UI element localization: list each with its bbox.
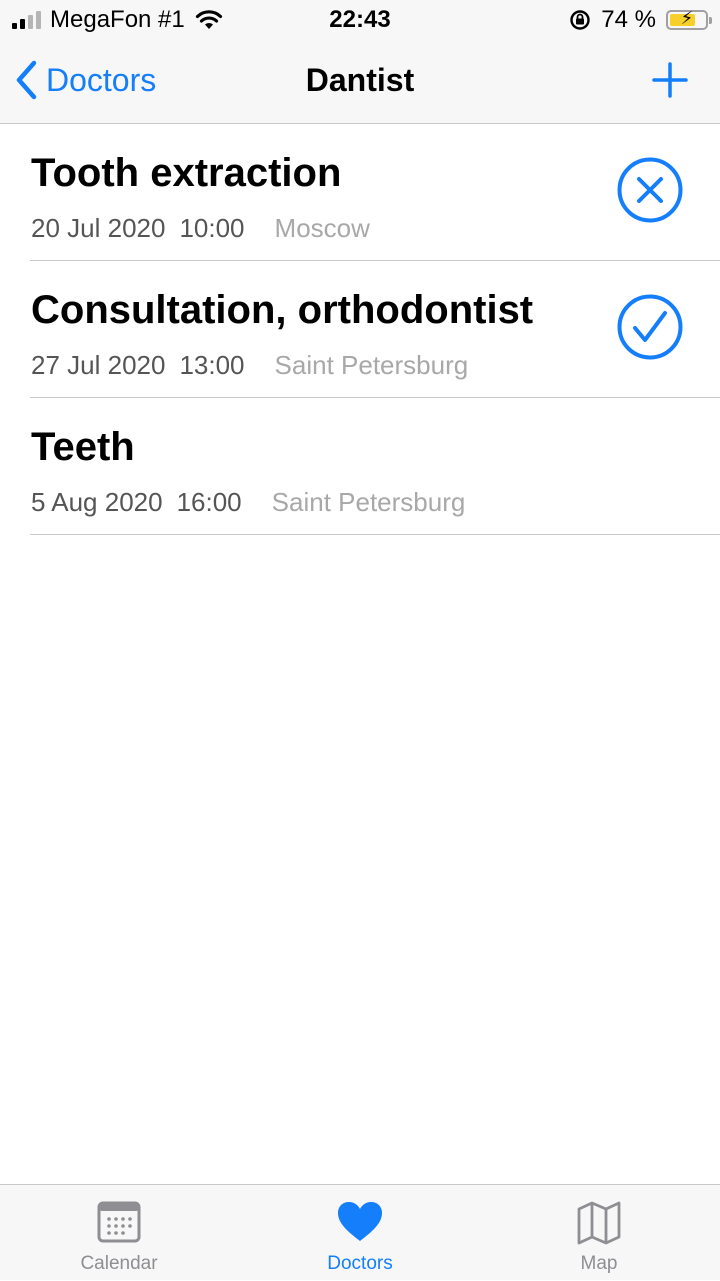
battery-percent: 74 % <box>601 6 656 34</box>
tab-map[interactable]: Map <box>499 1185 699 1281</box>
navigation-bar: Doctors Dantist <box>0 40 720 124</box>
tab-label: Doctors <box>260 1253 460 1275</box>
appointment-time: 10:00 <box>179 213 244 243</box>
appointment-time: 16:00 <box>177 487 242 517</box>
heart-icon <box>337 1201 383 1243</box>
page-title: Dantist <box>0 60 720 100</box>
row-separator <box>30 534 720 535</box>
battery-icon: ⚡ <box>666 10 708 30</box>
appointment-city: Saint Petersburg <box>272 487 466 517</box>
appointment-title: Tooth extraction <box>31 150 341 196</box>
appointment-list: Tooth extraction 20 Jul 202010:00Moscow … <box>0 124 720 535</box>
tab-calendar[interactable]: Calendar <box>19 1185 219 1281</box>
add-icon[interactable] <box>652 62 688 98</box>
cancel-circle-icon[interactable] <box>616 156 684 224</box>
tab-label: Map <box>499 1253 699 1275</box>
list-item[interactable]: Consultation, orthodontist 27 Jul 2020 13… <box>0 261 720 398</box>
list-item[interactable]: Tooth extraction 20 Jul 2020 10:00 Moscow <box>0 124 720 261</box>
appointment-title: Teeth <box>31 424 135 470</box>
tab-doctors[interactable]: Doctors <box>260 1185 460 1281</box>
check-circle-icon[interactable] <box>616 293 684 361</box>
appointment-city: Saint Petersburg <box>275 350 469 380</box>
appointment-date: 27 Jul 2020 <box>31 350 165 380</box>
appointment-meta: 5 Aug 2020 16:00 Saint Petersburg <box>31 486 465 518</box>
calendar-icon <box>97 1201 141 1243</box>
map-icon <box>577 1201 621 1245</box>
appointment-meta: 20 Jul 2020 10:00 Moscow <box>31 212 370 244</box>
appointment-meta: 27 Jul 2020 13:00 Saint Petersburg <box>31 349 468 381</box>
appointment-time: 13:00 <box>179 350 244 380</box>
list-item[interactable]: Teeth 5 Aug 2020 16:00 Saint Petersburg <box>0 398 720 535</box>
appointment-city: Moscow <box>275 213 370 243</box>
tab-label: Calendar <box>19 1253 219 1275</box>
appointment-date: 20 Jul 2020 <box>31 213 165 243</box>
orientation-lock-icon <box>569 9 591 31</box>
appointment-title: Consultation, orthodontist <box>31 287 533 333</box>
tab-bar: Calendar Doctors Map <box>0 1184 720 1280</box>
appointment-date: 5 Aug 2020 <box>31 487 163 517</box>
status-bar: MegaFon #1 22:43 74 % ⚡ <box>0 0 720 40</box>
